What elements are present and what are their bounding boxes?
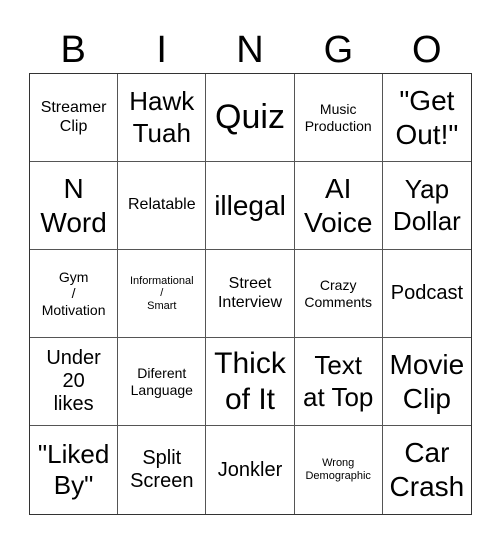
bingo-cell[interactable]: "Get Out!": [382, 74, 471, 162]
bingo-cell[interactable]: Informational / Smart: [118, 250, 207, 338]
bingo-cell[interactable]: Text at Top: [294, 338, 383, 426]
bingo-header: B I N G O: [29, 28, 471, 73]
bingo-cell[interactable]: Gym / Motivation: [30, 250, 119, 338]
header-letter-b: B: [60, 29, 86, 71]
bingo-cell[interactable]: Diferent Language: [118, 338, 207, 426]
bingo-cell[interactable]: Wrong Demographic: [295, 426, 383, 514]
header-letter-o: O: [412, 29, 442, 71]
bingo-grid: Streamer Clip Hawk Tuah Quiz Music Produ…: [29, 73, 472, 515]
header-letter-n: N: [236, 29, 264, 71]
header-letter-g: G: [323, 29, 354, 71]
bingo-cell[interactable]: illegal: [206, 162, 295, 250]
bingo-cell[interactable]: Under 20 likes: [30, 338, 119, 426]
bingo-cell[interactable]: AI Voice: [294, 162, 383, 250]
bingo-cell[interactable]: Music Production: [294, 74, 383, 162]
bingo-cell[interactable]: Thick of It: [206, 338, 295, 426]
bingo-cell[interactable]: "Liked By": [30, 426, 119, 514]
bingo-cell[interactable]: Relatable: [118, 162, 207, 250]
bingo-cell[interactable]: Yap Dollar: [382, 162, 471, 250]
bingo-cell[interactable]: Crazy Comments: [294, 250, 383, 338]
bingo-cell[interactable]: N Word: [30, 162, 119, 250]
bingo-cell[interactable]: Quiz: [206, 74, 295, 162]
header-letter-i: I: [156, 29, 167, 71]
bingo-cell[interactable]: Hawk Tuah: [118, 74, 207, 162]
bingo-cell[interactable]: Streamer Clip: [30, 74, 119, 162]
bingo-cell[interactable]: Jonkler: [206, 426, 295, 514]
bingo-cell[interactable]: Street Interview: [206, 250, 295, 338]
bingo-cell[interactable]: Podcast: [382, 250, 471, 338]
bingo-cell[interactable]: Split Screen: [118, 426, 207, 514]
bingo-cell[interactable]: Movie Clip: [382, 338, 471, 426]
bingo-cell[interactable]: Car Crash: [383, 426, 471, 514]
